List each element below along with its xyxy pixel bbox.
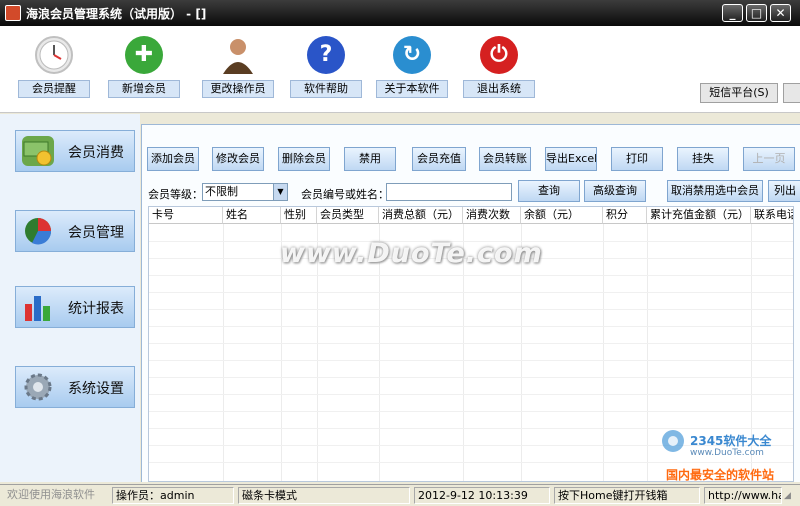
bar-chart-icon [22, 292, 54, 322]
row-line [149, 377, 793, 378]
tool-label: 退出系统 [463, 80, 535, 98]
money-icon [22, 136, 54, 166]
column-header[interactable]: 联系电话 [751, 207, 793, 224]
site-logo-watermark: 2345软件大全 www.DuoTe.com 国内最安全的软件站 [658, 428, 798, 484]
minimize-button[interactable]: _ [722, 4, 743, 22]
add-member-action-button[interactable]: 添加会员 [147, 147, 199, 171]
status-bar: 欢迎使用海浪软件 操作员：admin 磁条卡模式 2012-9-12 10:13… [0, 484, 800, 506]
column-header[interactable]: 会员类型 [317, 207, 379, 224]
nav-label: 会员消费 [68, 145, 124, 161]
nav-system-settings[interactable]: 系统设置 [15, 366, 135, 408]
column-header[interactable]: 消费次数 [463, 207, 521, 224]
search-input[interactable] [386, 183, 512, 201]
member-reminder-button[interactable]: 会员提醒 [18, 36, 90, 108]
cancel-disable-button[interactable]: 取消禁用选中会员 [667, 180, 763, 202]
report-loss-button[interactable]: 挂失 [677, 147, 729, 171]
export-excel-button[interactable]: 导出Excel [545, 147, 597, 171]
column-header[interactable]: 消费总额（元） [379, 207, 463, 224]
column-header[interactable]: 卡号 [149, 207, 223, 224]
row-line [149, 394, 793, 395]
edit-member-button[interactable]: 修改会员 [212, 147, 264, 171]
add-member-button[interactable]: ✚ 新增会员 [108, 36, 180, 108]
pie-chart-icon [22, 216, 54, 246]
status-url: http://www.hai [704, 487, 782, 504]
tool-label: 更改操作员 [202, 80, 274, 98]
nav-label: 统计报表 [68, 301, 124, 317]
tool-label: 会员提醒 [18, 80, 90, 98]
row-line [149, 275, 793, 276]
search-label: 会员编号或姓名： [301, 188, 389, 201]
nav-label: 系统设置 [68, 381, 124, 397]
left-nav: 会员消费 会员管理 统计报表 系统设置 [0, 114, 140, 482]
member-level-label: 会员等级： [148, 188, 203, 201]
status-operator: 操作员：admin [112, 487, 234, 504]
nav-statistics-reports[interactable]: 统计报表 [15, 286, 135, 328]
tool-label: 新增会员 [108, 80, 180, 98]
nav-member-consumption[interactable]: 会员消费 [15, 130, 135, 172]
watermark: www.DuoTe.com [280, 238, 543, 269]
software-help-button[interactable]: ? 软件帮助 [290, 36, 362, 108]
column-header[interactable]: 积分 [603, 207, 647, 224]
change-operator-button[interactable]: 更改操作员 [202, 36, 274, 108]
status-welcome: 欢迎使用海浪软件 [7, 488, 95, 501]
tool-label: 关于本软件 [376, 80, 448, 98]
row-line [149, 326, 793, 327]
help-icon: ? [307, 36, 345, 74]
column-divider [647, 224, 648, 481]
logo-icon [662, 430, 684, 452]
tool-label: 软件帮助 [290, 80, 362, 98]
column-header[interactable]: 性别 [281, 207, 317, 224]
window-title: 海浪会员管理系统（试用版） - [] [26, 7, 207, 21]
row-line [149, 360, 793, 361]
title-bar: 海浪会员管理系统（试用版） - [] _ □ ✕ [0, 0, 800, 26]
main-toolbar: 会员提醒 ✚ 新增会员 更改操作员 ? 软件帮助 ↻ 关于本软件 ⏻ 退出系统 [0, 26, 800, 113]
column-header[interactable]: 余额（元） [521, 207, 603, 224]
column-header[interactable]: 姓名 [223, 207, 281, 224]
disable-button[interactable]: 禁用 [344, 147, 396, 171]
nav-member-management[interactable]: 会员管理 [15, 210, 135, 252]
advanced-query-button[interactable]: 高级查询 [584, 180, 646, 202]
status-mode: 磁条卡模式 [238, 487, 410, 504]
delete-member-button[interactable]: 删除会员 [278, 147, 330, 171]
nav-label: 会员管理 [68, 225, 124, 241]
status-datetime: 2012-9-12 10:13:39 [414, 487, 550, 504]
column-divider [603, 224, 604, 481]
logo-slogan: 国内最安全的软件站 [666, 468, 775, 482]
member-level-value: 不限制 [205, 185, 238, 198]
chevron-down-icon[interactable]: ▼ [273, 184, 287, 200]
logo-url: www.DuoTe.com [690, 448, 764, 458]
maximize-button[interactable]: □ [746, 4, 767, 22]
exit-system-button[interactable]: ⏻ 退出系统 [463, 36, 535, 108]
column-divider [223, 224, 224, 481]
sms-platform-button[interactable]: 短信平台(S) [700, 83, 778, 103]
prev-page-button[interactable]: 上一页 [743, 147, 795, 171]
member-level-select[interactable]: 不限制 ▼ [202, 183, 288, 201]
list-columns-button[interactable]: 列出 [768, 180, 800, 202]
row-line [149, 411, 793, 412]
status-hint: 按下Home键打开钱箱 [554, 487, 700, 504]
app-icon [5, 5, 21, 21]
resize-grip-icon[interactable]: ◢ [784, 489, 797, 503]
clock-icon [35, 36, 73, 74]
toolbar-extra-button[interactable] [783, 83, 800, 103]
logo-brand: 2345软件大全 [690, 434, 772, 448]
row-line [149, 309, 793, 310]
print-button[interactable]: 打印 [611, 147, 663, 171]
gear-icon [22, 372, 54, 402]
row-line [149, 343, 793, 344]
refresh-icon: ↻ [393, 36, 431, 74]
close-button[interactable]: ✕ [770, 4, 791, 22]
query-button[interactable]: 查询 [518, 180, 580, 202]
plus-icon: ✚ [125, 36, 163, 74]
member-transfer-button[interactable]: 会员转账 [479, 147, 531, 171]
person-icon [219, 36, 257, 74]
member-recharge-button[interactable]: 会员充值 [412, 147, 466, 171]
column-header[interactable]: 累计充值金额（元） [647, 207, 751, 224]
row-line [149, 292, 793, 293]
power-icon: ⏻ [480, 36, 518, 74]
about-software-button[interactable]: ↻ 关于本软件 [376, 36, 448, 108]
